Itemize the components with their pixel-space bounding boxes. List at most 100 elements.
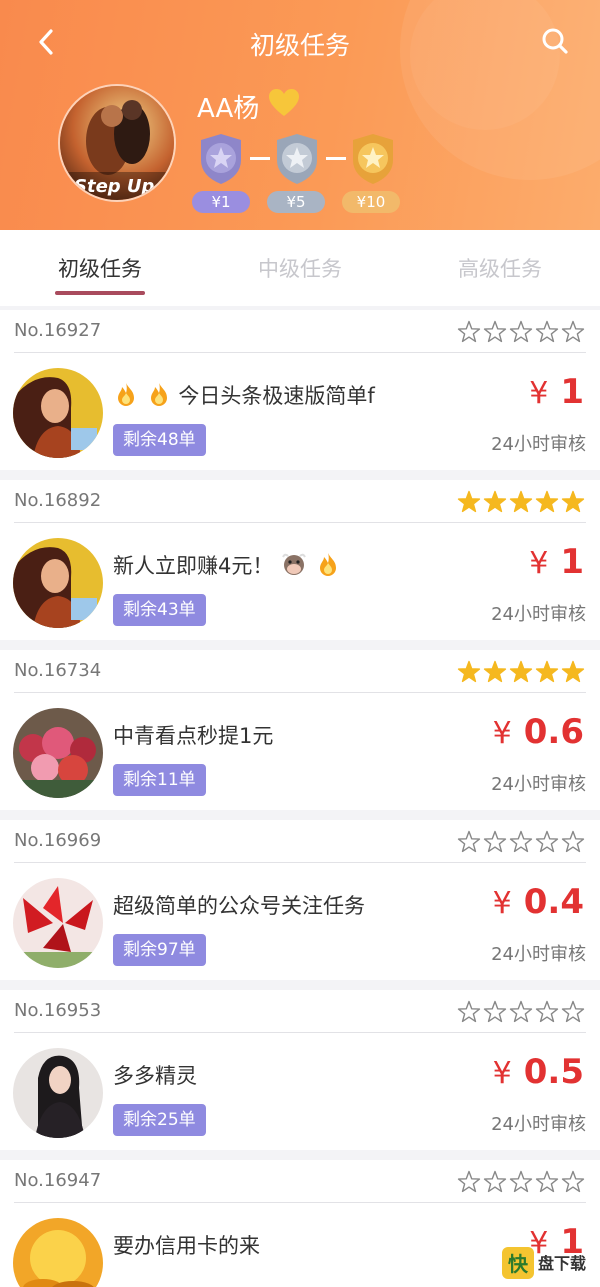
- avatar-caption: Step Up: [74, 176, 155, 197]
- task-card[interactable]: No.16734 中青看点秒提1元 剩余11单 ¥0.6 24小时审核: [0, 650, 600, 810]
- task-title: 超级简单的公众号关注任务: [113, 894, 365, 918]
- star-icon: [509, 320, 533, 343]
- review-time: 24小时审核: [491, 434, 586, 455]
- star-icon: [509, 830, 533, 853]
- star-icon: [561, 320, 585, 343]
- task-thumbnail: [13, 1048, 103, 1138]
- task-list: No.16927 今日头条极速版简单f 剩余48单 ¥1 24小时审核 No.1…: [0, 310, 600, 1287]
- level-reward-badge: ¥5: [267, 191, 325, 213]
- fire-icon: [118, 383, 134, 406]
- star-icon: [509, 490, 533, 513]
- level-connector: [250, 157, 270, 160]
- star-icon: [535, 1000, 559, 1023]
- task-card[interactable]: No.16892 新人立即赚4元！ 剩余43单 ¥1 24小时审核: [0, 480, 600, 640]
- star-icon: [561, 830, 585, 853]
- star-icon: [483, 320, 507, 343]
- currency-symbol: ¥: [529, 546, 549, 581]
- remaining-badge: 剩余48单: [113, 424, 206, 456]
- divider: [14, 862, 586, 863]
- level-medals: ¥1 ¥5 ¥10: [192, 130, 412, 216]
- task-card[interactable]: No.16953 多多精灵 剩余25单 ¥0.5 24小时审核: [0, 990, 600, 1150]
- purple-star-medal-icon: [193, 130, 249, 186]
- level-reward-badge: ¥10: [342, 191, 400, 213]
- avatar[interactable]: Step Up: [58, 84, 176, 202]
- star-icon: [509, 1170, 533, 1193]
- currency-symbol: ¥: [492, 716, 512, 751]
- price-value: 0.5: [523, 1052, 584, 1092]
- yellow-heart-icon: [268, 88, 300, 118]
- tab-beginner[interactable]: 初级任务: [0, 253, 200, 283]
- remaining-badge: 剩余25单: [113, 1104, 206, 1136]
- currency-symbol: ¥: [492, 1056, 512, 1091]
- star-icon: [483, 660, 507, 683]
- task-title-text: 新人立即赚4元！: [113, 554, 274, 578]
- task-thumbnail: [13, 878, 103, 968]
- divider: [14, 1032, 586, 1033]
- task-price: ¥0.5: [493, 1052, 584, 1092]
- rating-stars: [457, 1000, 585, 1023]
- currency-symbol: ¥: [492, 886, 512, 921]
- task-thumbnail: [13, 708, 103, 798]
- star-icon: [561, 1000, 585, 1023]
- star-icon: [561, 660, 585, 683]
- star-icon: [457, 320, 481, 343]
- star-icon: [457, 490, 481, 513]
- star-icon: [535, 320, 559, 343]
- profile-header: 初级任务 Step Up AA杨 ¥1 ¥5 ¥10: [0, 0, 600, 230]
- task-price: ¥0.6: [493, 712, 584, 752]
- star-icon: [535, 830, 559, 853]
- rating-stars: [457, 490, 585, 513]
- task-title: 新人立即赚4元！: [113, 550, 393, 580]
- price-value: 1: [560, 372, 584, 412]
- task-title: 今日头条极速版简单f: [113, 380, 393, 410]
- rating-stars: [457, 660, 585, 683]
- star-icon: [483, 830, 507, 853]
- fire-icon: [150, 383, 167, 406]
- task-number: No.16953: [14, 1000, 102, 1021]
- task-number: No.16892: [14, 490, 102, 511]
- page-title: 初级任务: [249, 31, 350, 60]
- divider: [14, 1202, 586, 1203]
- silver-star-medal-icon: [269, 130, 325, 186]
- task-price: ¥1: [529, 542, 584, 582]
- task-card[interactable]: No.16969 超级简单的公众号关注任务 剩余97单 ¥0.4 24小时审核: [0, 820, 600, 980]
- price-value: 1: [560, 542, 584, 582]
- task-price: ¥1: [529, 372, 584, 412]
- task-number: No.16969: [14, 830, 102, 851]
- review-time: 24小时审核: [491, 1114, 586, 1135]
- divider: [14, 352, 586, 353]
- task-number: No.16734: [14, 660, 102, 681]
- tab-intermediate[interactable]: 中级任务: [200, 253, 400, 283]
- star-icon: [483, 1170, 507, 1193]
- currency-symbol: ¥: [529, 376, 549, 411]
- star-icon: [457, 660, 481, 683]
- star-icon: [509, 1000, 533, 1023]
- task-number: No.16947: [14, 1170, 102, 1191]
- task-number: No.16927: [14, 320, 102, 341]
- cow-icon: [282, 553, 306, 575]
- star-icon: [457, 1170, 481, 1193]
- star-icon: [483, 1000, 507, 1023]
- task-title: 要办信用卡的来: [113, 1234, 260, 1258]
- star-icon: [561, 1170, 585, 1193]
- review-time: 24小时审核: [491, 604, 586, 625]
- star-icon: [535, 660, 559, 683]
- review-time: 24小时审核: [491, 944, 586, 965]
- review-time: 24小时审核: [491, 774, 586, 795]
- remaining-badge: 剩余97单: [113, 934, 206, 966]
- task-title: 多多精灵: [113, 1064, 197, 1088]
- username: AA杨: [197, 94, 260, 124]
- star-icon: [509, 660, 533, 683]
- tab-advanced[interactable]: 高级任务: [400, 253, 600, 283]
- task-title-text: 今日头条极速版简单f: [178, 384, 375, 408]
- level-connector: [326, 157, 346, 160]
- rating-stars: [457, 1170, 585, 1193]
- star-icon: [535, 490, 559, 513]
- task-thumbnail: [13, 1218, 103, 1287]
- search-icon[interactable]: [538, 25, 572, 59]
- star-icon: [561, 490, 585, 513]
- divider: [14, 522, 586, 523]
- level-reward-badge: ¥1: [192, 191, 250, 213]
- task-card[interactable]: No.16927 今日头条极速版简单f 剩余48单 ¥1 24小时审核: [0, 310, 600, 470]
- task-thumbnail: [13, 538, 103, 628]
